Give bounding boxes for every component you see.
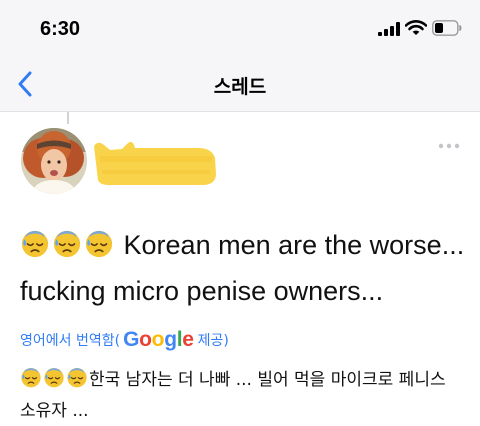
sweat-emoji-icon (43, 366, 65, 388)
redacted-username (94, 141, 216, 186)
sweat-emoji-icon (84, 228, 114, 258)
status-bar: 6:30 (0, 0, 480, 56)
avatar[interactable] (21, 128, 87, 194)
sweat-emoji-group (20, 228, 116, 270)
post-body: Korean men are the worse... fucking micr… (20, 224, 470, 312)
sweat-emoji-icon (66, 366, 88, 388)
translation-suffix: 제공) (197, 333, 229, 349)
translated-text: 한국 남자는 더 나빠 ... 빌어 먹을 마이크로 페니스 소유자 ... (20, 366, 465, 425)
sweat-emoji-icon (20, 366, 42, 388)
sweat-emoji-icon (52, 228, 82, 258)
translation-prefix: 영어에서 번역함( (20, 333, 121, 349)
avatar-image (21, 128, 87, 194)
cellular-signal-icon (378, 22, 400, 36)
ellipsis-icon[interactable] (435, 140, 463, 152)
sweat-emoji-icon (20, 228, 50, 258)
navigation-bar: 스레드 (0, 56, 480, 112)
thread-connector-line (67, 112, 69, 124)
wifi-icon (405, 20, 427, 35)
battery-icon (432, 20, 462, 36)
page-title: 스레드 (213, 76, 267, 98)
status-time: 6:30 (40, 18, 81, 40)
google-logo: Google (123, 328, 194, 351)
translation-attribution[interactable]: 영어에서 번역함( Google 제공) (20, 328, 229, 352)
sweat-emoji-group-small (20, 366, 89, 397)
